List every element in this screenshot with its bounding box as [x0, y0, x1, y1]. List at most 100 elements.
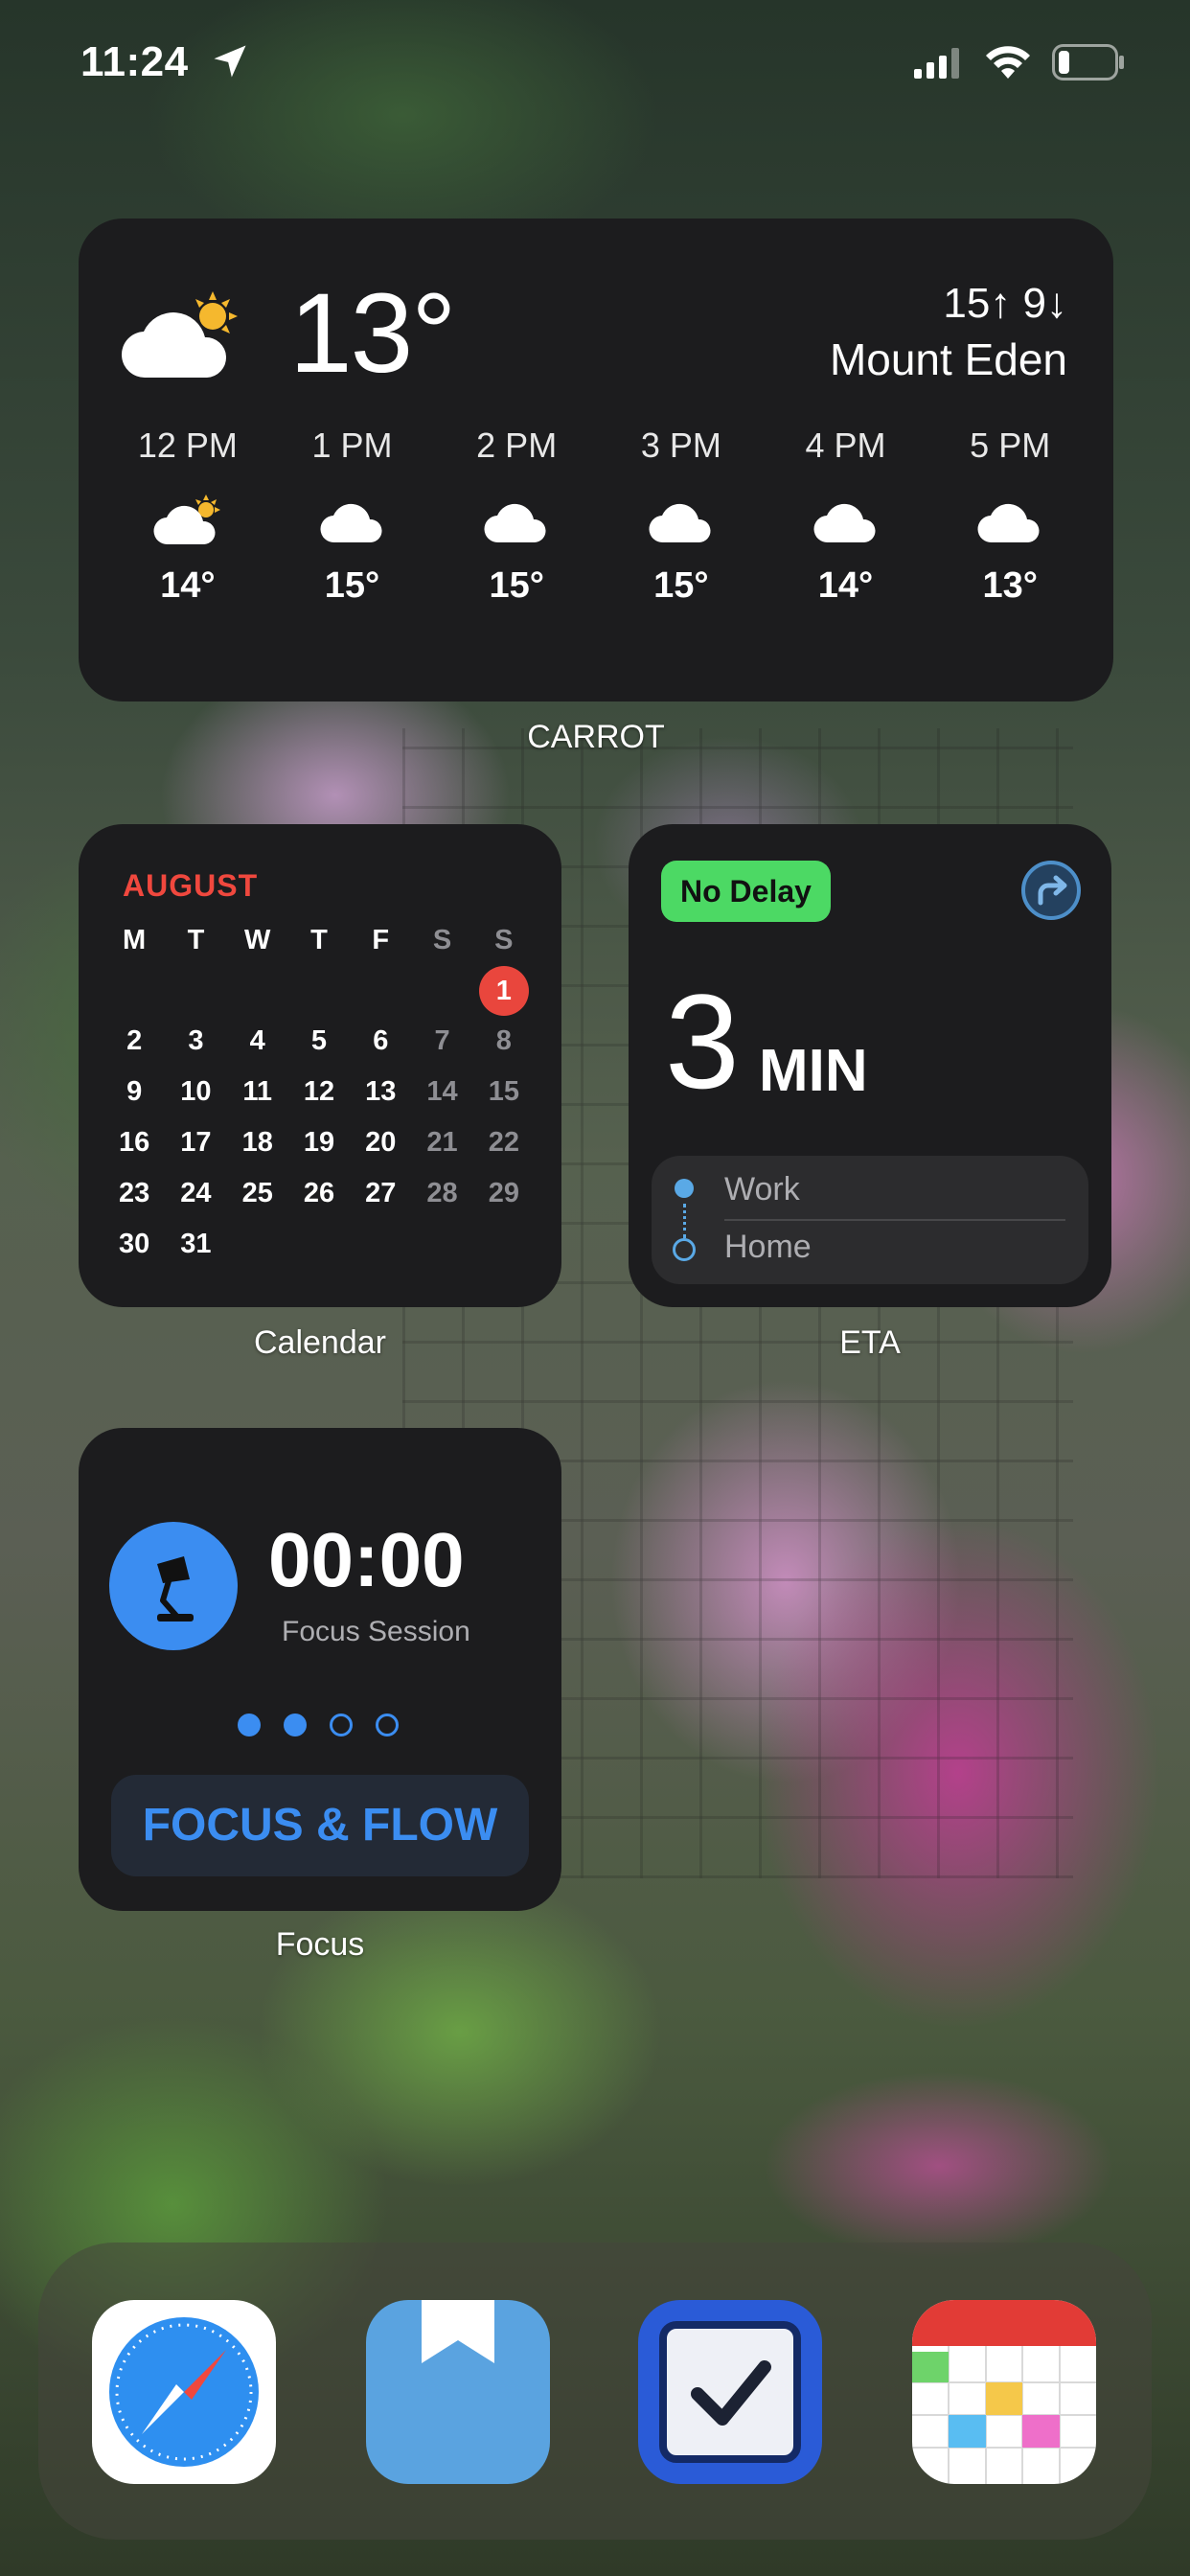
calendar-widget[interactable]: AUGUST M T W T F S S 1 2 3 4 5 6 7 8 9 1…: [79, 824, 561, 1307]
location-arrow-icon: [214, 45, 246, 78]
cloud-icon: [270, 475, 435, 565]
calendar-week: 1: [103, 965, 535, 1016]
calendar-day: 29: [488, 1178, 519, 1208]
session-dot-empty: [376, 1714, 399, 1736]
weekday-label: S: [494, 924, 514, 955]
route-card: Work Home: [652, 1156, 1088, 1284]
calendar-week: 2 3 4 5 6 7 8: [103, 1016, 535, 1067]
hour-temperature: 15°: [489, 565, 544, 606]
calendar-day: 17: [180, 1127, 212, 1158]
hourly-item: 1 PM 15°: [270, 426, 435, 607]
calendar-day: 28: [426, 1178, 458, 1208]
weekday-label: F: [372, 924, 390, 955]
calendar-day: 24: [180, 1178, 212, 1208]
route-origin: Work: [724, 1171, 800, 1208]
hourly-forecast: 12 PM 14° 1 PM 15° 2 PM 15° 3 PM 15° 4 P…: [105, 426, 1092, 607]
session-dot-filled: [238, 1714, 261, 1736]
calendar-day: 6: [373, 1025, 389, 1056]
eta-widget-label: ETA: [839, 1324, 901, 1361]
calendar-day: 8: [495, 1025, 512, 1056]
calendar-day: 27: [365, 1178, 397, 1208]
weekday-label: S: [432, 924, 452, 955]
cellular-signal-icon: [914, 48, 959, 79]
session-dot-empty: [330, 1714, 353, 1736]
status-time: 11:24: [80, 38, 189, 85]
calendar-day: 11: [242, 1076, 273, 1107]
route-line: [683, 1204, 686, 1238]
focus-widget[interactable]: 00:00 Focus Session FOCUS & FLOW: [79, 1428, 561, 1911]
hour-temperature: 15°: [653, 565, 709, 606]
focus-widget-label: Focus: [275, 1926, 365, 1963]
partly-cloudy-day-icon: [121, 291, 238, 379]
cloud-icon: [927, 475, 1092, 565]
hourly-item: 3 PM 15°: [599, 426, 764, 607]
calendar-today: 1: [478, 965, 529, 1016]
eta-minutes: 3: [665, 966, 740, 1116]
hourly-item: 4 PM 14°: [764, 426, 928, 607]
hour-temperature: 14°: [817, 565, 874, 606]
checkbox-app-icon[interactable]: [638, 2300, 822, 2484]
calendar-day: 14: [426, 1076, 458, 1107]
wifi-icon: [986, 46, 1030, 79]
cloud-icon: [599, 475, 764, 565]
hourly-item: 5 PM 13°: [927, 426, 1092, 607]
calendar-day: 5: [310, 1025, 328, 1056]
weather-widget[interactable]: 13° 15↑ 9↓ Mount Eden 12 PM 14° 1 PM 15°…: [79, 218, 1113, 702]
calendar-day: 7: [434, 1025, 450, 1056]
calendar-day: 26: [303, 1178, 335, 1208]
safari-app-icon[interactable]: [92, 2300, 276, 2484]
calendar-day: 30: [119, 1229, 150, 1259]
weather-widget-label: CARROT: [527, 719, 665, 755]
dock: [38, 2242, 1152, 2540]
fantastical-calendar-app-icon[interactable]: [912, 2300, 1096, 2484]
focus-caption: Focus Session: [282, 1616, 470, 1647]
partly-cloudy-day-icon: [105, 475, 270, 565]
bookmark-app-icon[interactable]: [366, 2300, 550, 2484]
calendar-day: 3: [188, 1025, 204, 1056]
high-low-temperature: 15↑ 9↓: [943, 280, 1067, 327]
hour-time: 1 PM: [311, 426, 393, 465]
calendar-month: AUGUST: [123, 868, 259, 903]
session-progress-dots: [238, 1714, 399, 1736]
status-bar: 11:24: [0, 0, 1190, 125]
session-dot-filled: [284, 1714, 307, 1736]
share-arrow-icon[interactable]: [1019, 859, 1083, 922]
calendar-week: 9 10 11 12 13 14 15: [103, 1067, 535, 1117]
route-destination: Home: [724, 1229, 812, 1265]
calendar-day: 19: [303, 1127, 335, 1158]
cloud-icon: [764, 475, 928, 565]
weekday-label: M: [123, 924, 147, 955]
current-temperature: 13°: [289, 270, 456, 397]
calendar-day: 9: [126, 1076, 143, 1107]
destination-dot-icon: [673, 1238, 696, 1261]
calendar-week: 30 31: [103, 1219, 535, 1270]
weekday-label: W: [244, 924, 271, 955]
hour-time: 4 PM: [805, 426, 886, 465]
calendar-week: 23 24 25 26 27 28 29: [103, 1168, 535, 1219]
calendar-day: 16: [119, 1127, 150, 1158]
cloud-icon: [434, 475, 599, 565]
calendar-grid: M T W T F S S 1 2 3 4 5 6 7 8 9 10 11 12…: [103, 914, 535, 1270]
hour-temperature: 15°: [324, 565, 380, 606]
hour-time: 12 PM: [137, 426, 238, 465]
hour-time: 3 PM: [640, 426, 721, 465]
hour-time: 5 PM: [970, 426, 1051, 465]
calendar-day: 23: [119, 1178, 150, 1208]
focus-icon-circle: [109, 1522, 238, 1650]
calendar-day: 15: [488, 1076, 519, 1107]
calendar-day: 13: [365, 1076, 397, 1107]
battery-low-icon: [1052, 44, 1124, 80]
calendar-day: 25: [241, 1178, 273, 1208]
eta-widget[interactable]: No Delay 3 MIN Work Home: [629, 824, 1111, 1307]
eta-unit: MIN: [759, 1038, 868, 1104]
calendar-day: 10: [180, 1076, 212, 1107]
weekday-label: T: [187, 924, 205, 955]
calendar-day: 4: [249, 1025, 265, 1056]
weekday-label: T: [310, 924, 328, 955]
calendar-day: 22: [488, 1127, 519, 1158]
calendar-day: 18: [241, 1127, 273, 1158]
hourly-item: 2 PM 15°: [434, 426, 599, 607]
calendar-day: 21: [426, 1127, 458, 1158]
focus-flow-button[interactable]: FOCUS & FLOW: [111, 1775, 529, 1876]
desk-lamp-icon: [157, 1556, 194, 1622]
